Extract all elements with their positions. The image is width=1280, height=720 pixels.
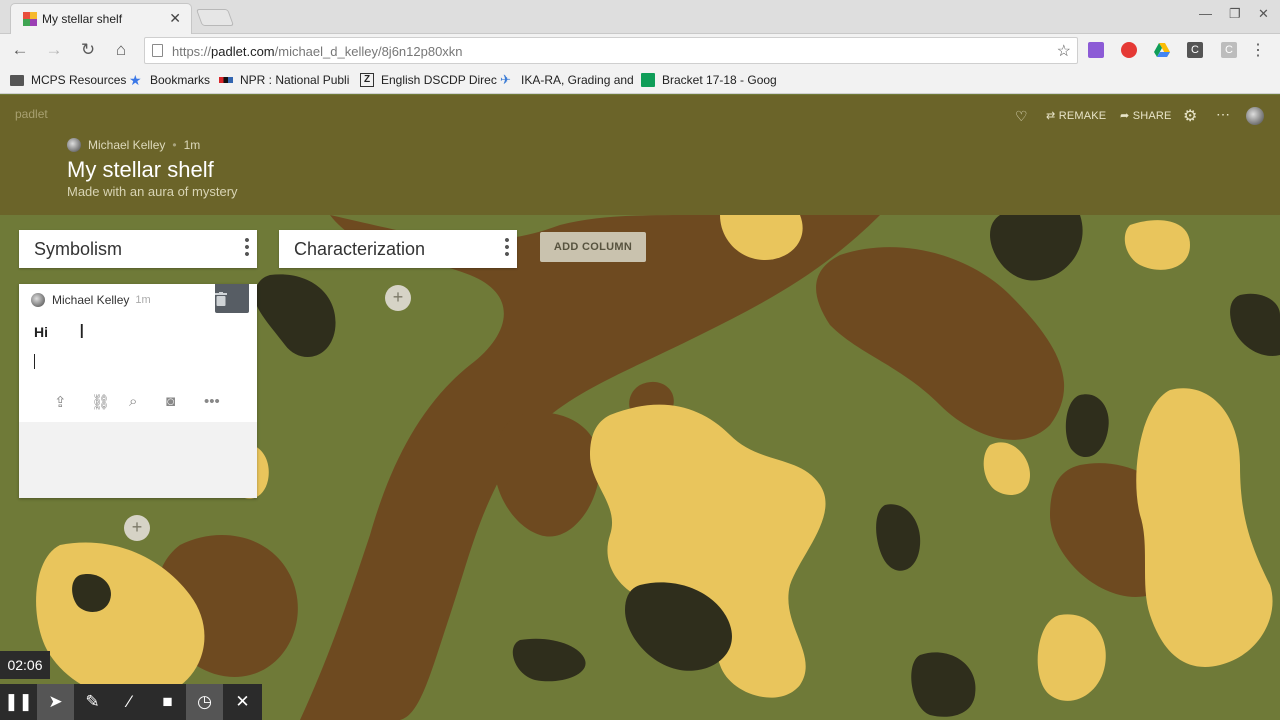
heart-icon[interactable]: ♡: [1015, 108, 1028, 125]
close-recorder-icon[interactable]: ✕: [224, 684, 261, 720]
gear-icon[interactable]: ⚙: [1183, 106, 1198, 126]
tab-title: My stellar shelf: [42, 12, 123, 26]
bookmark-item[interactable]: MCPS Resources: [10, 73, 126, 87]
highlighter-icon[interactable]: ⁄: [111, 684, 148, 720]
browser-toolbar: ← → ↻ ⌂ https://padlet.com/michael_d_kel…: [0, 34, 1280, 66]
camera-icon[interactable]: ◙: [166, 393, 175, 410]
author-avatar: [67, 138, 81, 152]
bookmark-item[interactable]: ✈ IKA-RA, Grading and: [500, 72, 634, 88]
remake-icon: ⇄: [1046, 110, 1059, 122]
share-icon: ➦: [1120, 110, 1133, 122]
pointer-icon[interactable]: ➤: [37, 684, 74, 720]
timer-icon[interactable]: ◷: [186, 684, 223, 720]
home-icon[interactable]: ⌂: [111, 40, 131, 60]
share-button[interactable]: ➦ SHARE: [1120, 109, 1172, 122]
close-tab-icon[interactable]: ✕: [169, 10, 181, 27]
forward-icon[interactable]: →: [44, 40, 64, 60]
extension-record-icon[interactable]: [1121, 42, 1137, 58]
bookmark-item[interactable]: ★ Bookmarks: [129, 73, 210, 87]
restore-icon[interactable]: ❐: [1229, 6, 1241, 22]
column-header-symbolism[interactable]: Symbolism • • •: [19, 230, 257, 268]
browser-tab-strip: My stellar shelf ✕ — ❐ ✕: [0, 0, 1280, 34]
post-title-text[interactable]: Hi: [34, 324, 48, 340]
reload-icon[interactable]: ↻: [78, 40, 98, 60]
page-info-icon[interactable]: [152, 44, 163, 57]
extension-c-dark-icon[interactable]: C: [1187, 42, 1203, 58]
post-meta: Michael Kelley 1m: [31, 293, 151, 307]
url-text: https://padlet.com/michael_d_kelley/8j6n…: [172, 44, 463, 59]
author-name: Michael Kelley: [88, 138, 166, 152]
bookmark-star-icon[interactable]: ☆: [1057, 41, 1071, 61]
page-title: My stellar shelf: [67, 157, 214, 182]
recording-timer: 02:06: [0, 651, 50, 679]
recorder-toolbar: ❚❚ ➤ ✎ ⁄ ■ ◷ ✕: [0, 684, 262, 720]
google-drive-icon[interactable]: [1154, 42, 1170, 58]
page-subtitle: Made with an aura of mystery: [67, 184, 238, 199]
more-options-icon[interactable]: ⋯: [1216, 106, 1230, 123]
sheets-icon: [641, 73, 655, 87]
text-cursor-icon: I: [79, 321, 85, 343]
post-attachment-area: [19, 422, 257, 498]
star-icon: ★: [129, 72, 142, 88]
padlet-author-line: Michael Kelley • 1m: [67, 138, 200, 152]
bookmark-item[interactable]: Z English DSCDP Direc: [360, 73, 497, 87]
search-icon[interactable]: ⌕: [129, 393, 137, 410]
add-post-plus-icon[interactable]: +: [385, 285, 411, 311]
more-attachments-icon[interactable]: •••: [204, 393, 220, 410]
bookmark-item[interactable]: Bracket 17-18 - Goog: [641, 73, 777, 87]
column-menu-icon[interactable]: • • •: [244, 233, 250, 262]
delete-post-button[interactable]: [215, 284, 249, 313]
folder-icon: [10, 74, 24, 86]
extension-puzzle-icon[interactable]: [1088, 42, 1104, 58]
column-title: Symbolism: [34, 239, 123, 259]
bookmarks-bar: MCPS Resources ★ Bookmarks NPR : National…: [0, 66, 1280, 94]
npr-icon: [219, 77, 233, 83]
column-title: Characterization: [294, 239, 426, 259]
link-icon[interactable]: ⛓: [91, 393, 110, 411]
back-icon[interactable]: ←: [10, 40, 30, 60]
address-bar[interactable]: https://padlet.com/michael_d_kelley/8j6n…: [144, 37, 1078, 64]
padlet-board: Symbolism • • • Characterization • • • ADD C…: [0, 215, 1280, 720]
plane-icon: ✈: [500, 72, 511, 87]
bookmark-item[interactable]: NPR : National Publi: [219, 73, 349, 87]
extension-c-light-icon[interactable]: C: [1221, 42, 1237, 58]
padlet-header: padlet ♡ ⇄ REMAKE ➦ SHARE ⚙ ⋯ Michael Ke…: [0, 95, 1280, 215]
upload-icon[interactable]: ⇪: [54, 393, 67, 411]
minimize-icon[interactable]: —: [1199, 6, 1212, 21]
post-body-input[interactable]: [34, 354, 35, 369]
add-column-button[interactable]: ADD COLUMN: [540, 232, 646, 262]
new-tab-button[interactable]: [195, 9, 235, 26]
post-card[interactable]: Michael Kelley 1m Hi I ⇪ ⛓ ⌕ ◙ •••: [19, 284, 257, 498]
close-window-icon[interactable]: ✕: [1258, 6, 1269, 22]
pen-icon[interactable]: ✎: [74, 684, 111, 720]
remake-button[interactable]: ⇄ REMAKE: [1046, 109, 1106, 122]
padlet-favicon-icon: [23, 12, 37, 26]
chrome-menu-icon[interactable]: ⋮: [1250, 40, 1266, 60]
padlet-age: 1m: [183, 138, 201, 152]
trash-icon: [215, 292, 227, 306]
z-icon: Z: [360, 73, 374, 87]
column-header-characterization[interactable]: Characterization • • •: [279, 230, 517, 268]
post-age: 1m: [135, 294, 151, 306]
attachment-toolbar: ⇪ ⛓ ⌕ ◙ •••: [19, 393, 257, 415]
browser-tab[interactable]: My stellar shelf ✕: [10, 3, 192, 34]
author-avatar: [31, 293, 45, 307]
padlet-logo[interactable]: padlet: [15, 107, 48, 121]
post-author: Michael Kelley: [52, 293, 130, 307]
webcam-icon[interactable]: ■: [149, 684, 186, 720]
pause-icon[interactable]: ❚❚: [0, 684, 37, 720]
column-menu-icon[interactable]: • • •: [504, 233, 510, 262]
separator-dot: •: [172, 138, 177, 152]
user-avatar[interactable]: [1246, 107, 1264, 125]
add-post-plus-icon[interactable]: +: [124, 515, 150, 541]
